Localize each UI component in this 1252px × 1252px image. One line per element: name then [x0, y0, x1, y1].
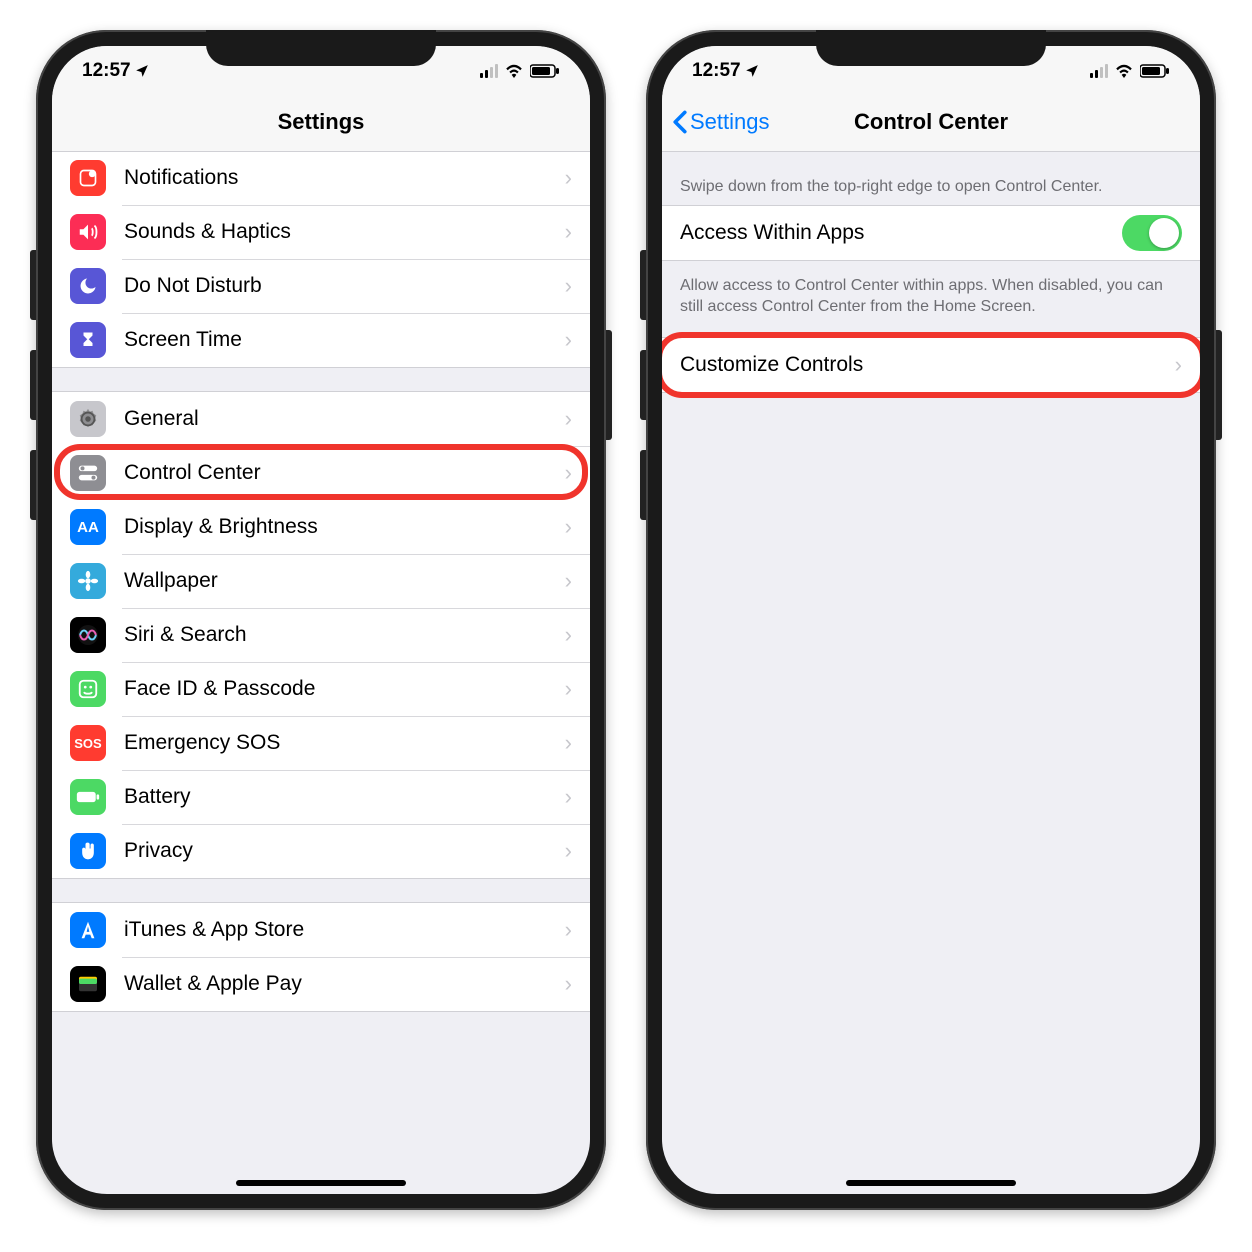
privacy-icon	[70, 833, 106, 869]
row-label: iTunes & App Store	[124, 918, 565, 942]
settings-row-wallpaper[interactable]: Wallpaper›	[52, 554, 590, 608]
settings-row-screen-time[interactable]: Screen Time›	[52, 313, 590, 367]
row-label: Privacy	[124, 839, 565, 863]
siri-icon	[70, 617, 106, 653]
customize-controls-label: Customize Controls	[680, 353, 1175, 377]
home-indicator[interactable]	[236, 1180, 406, 1186]
wallet-icon	[70, 966, 106, 1002]
row-label: Control Center	[124, 461, 565, 485]
sounds-icon	[70, 214, 106, 250]
row-label: Emergency SOS	[124, 731, 565, 755]
nav-bar: Settings Control Center	[662, 92, 1200, 152]
chevron-right-icon: ›	[565, 917, 572, 943]
settings-row-battery[interactable]: Battery›	[52, 770, 590, 824]
chevron-right-icon: ›	[565, 784, 572, 810]
access-footer-note: Allow access to Control Center within ap…	[662, 261, 1200, 326]
access-within-apps-label: Access Within Apps	[680, 221, 1122, 245]
row-label: Wallpaper	[124, 569, 565, 593]
notifications-icon	[70, 160, 106, 196]
back-label: Settings	[690, 109, 770, 135]
appstore-icon	[70, 912, 106, 948]
chevron-right-icon: ›	[565, 676, 572, 702]
cell-signal-icon	[1090, 64, 1108, 78]
settings-row-face-id-passcode[interactable]: Face ID & Passcode›	[52, 662, 590, 716]
phone-right: 12:57 Settings C	[646, 30, 1216, 1210]
row-label: Wallet & Apple Pay	[124, 972, 565, 996]
customize-controls-row[interactable]: Customize Controls ›	[662, 338, 1200, 392]
display-icon: AA	[70, 509, 106, 545]
chevron-right-icon: ›	[565, 460, 572, 486]
chevron-right-icon: ›	[1175, 352, 1182, 378]
settings-row-itunes-app-store[interactable]: iTunes & App Store›	[52, 903, 590, 957]
status-time: 12:57	[692, 60, 741, 82]
row-label: Battery	[124, 785, 565, 809]
nav-bar: Settings	[52, 92, 590, 152]
screentime-icon	[70, 322, 106, 358]
row-label: Face ID & Passcode	[124, 677, 565, 701]
settings-row-control-center[interactable]: Control Center›	[52, 446, 590, 500]
settings-row-emergency-sos[interactable]: SOS Emergency SOS›	[52, 716, 590, 770]
wifi-icon	[1114, 64, 1134, 78]
settings-list[interactable]: Notifications›Sounds & Haptics›Do Not Di…	[52, 152, 590, 1194]
row-label: General	[124, 407, 565, 431]
chevron-right-icon: ›	[565, 568, 572, 594]
row-label: Notifications	[124, 166, 565, 190]
battery-icon	[1140, 64, 1170, 78]
cell-signal-icon	[480, 64, 498, 78]
battery-icon	[530, 64, 560, 78]
notch	[206, 30, 436, 66]
gear-icon	[70, 401, 106, 437]
chevron-right-icon: ›	[565, 514, 572, 540]
notch	[816, 30, 1046, 66]
row-label: Display & Brightness	[124, 515, 565, 539]
settings-row-do-not-disturb[interactable]: Do Not Disturb›	[52, 259, 590, 313]
chevron-right-icon: ›	[565, 838, 572, 864]
chevron-right-icon: ›	[565, 165, 572, 191]
wifi-icon	[504, 64, 524, 78]
chevron-right-icon: ›	[565, 219, 572, 245]
screen-settings: 12:57 Settings Notificat	[52, 46, 590, 1194]
header-note: Swipe down from the top-right edge to op…	[662, 152, 1200, 206]
moon-icon	[70, 268, 106, 304]
chevron-right-icon: ›	[565, 327, 572, 353]
switches-icon	[70, 455, 106, 491]
wallpaper-icon	[70, 563, 106, 599]
location-icon	[135, 64, 149, 78]
sos-icon: SOS	[70, 725, 106, 761]
status-time: 12:57	[82, 60, 131, 82]
faceid-icon	[70, 671, 106, 707]
page-title: Control Center	[854, 109, 1008, 135]
settings-row-siri-search[interactable]: Siri & Search›	[52, 608, 590, 662]
chevron-right-icon: ›	[565, 273, 572, 299]
home-indicator[interactable]	[846, 1180, 1016, 1186]
phone-left: 12:57 Settings Notificat	[36, 30, 606, 1210]
settings-row-privacy[interactable]: Privacy›	[52, 824, 590, 878]
screen-control-center: 12:57 Settings C	[662, 46, 1200, 1194]
access-toggle[interactable]	[1122, 215, 1182, 251]
control-center-list[interactable]: Swipe down from the top-right edge to op…	[662, 152, 1200, 1194]
battery-icon	[70, 779, 106, 815]
location-icon	[745, 64, 759, 78]
page-title: Settings	[278, 109, 365, 135]
settings-row-sounds-haptics[interactable]: Sounds & Haptics›	[52, 205, 590, 259]
chevron-right-icon: ›	[565, 730, 572, 756]
settings-row-wallet-apple-pay[interactable]: Wallet & Apple Pay›	[52, 957, 590, 1011]
settings-row-notifications[interactable]: Notifications›	[52, 152, 590, 205]
row-label: Siri & Search	[124, 623, 565, 647]
chevron-right-icon: ›	[565, 971, 572, 997]
settings-row-display-brightness[interactable]: AA Display & Brightness›	[52, 500, 590, 554]
row-label: Do Not Disturb	[124, 274, 565, 298]
chevron-right-icon: ›	[565, 622, 572, 648]
settings-row-general[interactable]: General›	[52, 392, 590, 446]
row-label: Screen Time	[124, 328, 565, 352]
back-button[interactable]: Settings	[672, 92, 770, 151]
chevron-right-icon: ›	[565, 406, 572, 432]
access-within-apps-row[interactable]: Access Within Apps	[662, 206, 1200, 260]
row-label: Sounds & Haptics	[124, 220, 565, 244]
